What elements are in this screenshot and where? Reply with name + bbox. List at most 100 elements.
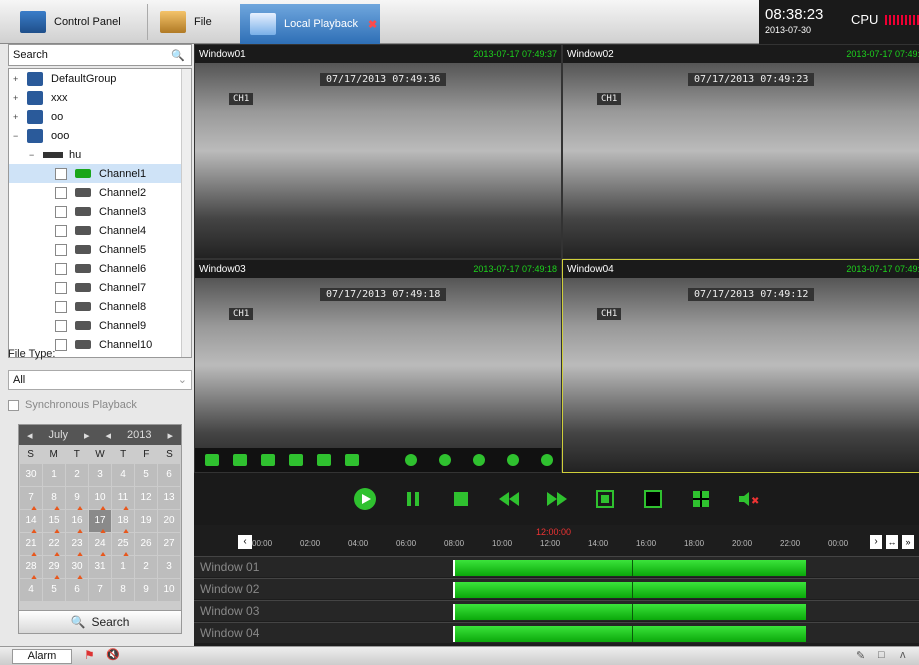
channel-checkbox[interactable] xyxy=(55,205,67,218)
channel-checkbox[interactable] xyxy=(55,281,67,294)
zoom-icon[interactable] xyxy=(405,454,417,466)
calendar-day[interactable]: 24 xyxy=(89,533,111,558)
channel-checkbox[interactable] xyxy=(55,167,67,180)
calendar-day[interactable]: 27 xyxy=(158,533,180,555)
step-icon[interactable] xyxy=(345,454,359,466)
expand-icon[interactable]: + xyxy=(13,93,27,103)
play-button[interactable] xyxy=(353,487,377,511)
quad-view-button[interactable] xyxy=(689,487,713,511)
close-icon[interactable]: ✖ xyxy=(368,18,377,31)
timeline-row[interactable]: Window 03 xyxy=(194,600,919,621)
collapse-icon[interactable]: ʌ xyxy=(900,649,906,661)
mute-icon[interactable]: 🔇 xyxy=(106,648,120,661)
calendar-day[interactable]: 6 xyxy=(158,464,180,486)
video-window[interactable]: Window03 2013-07-17 07:49:18 07/17/2013 07… xyxy=(194,259,562,473)
channel-checkbox[interactable] xyxy=(55,319,67,332)
tab-control-panel[interactable]: Control Panel xyxy=(8,4,148,40)
calendar-day[interactable]: 15 xyxy=(43,510,65,535)
tab-local-playback[interactable]: Local Playback ✖ xyxy=(240,4,380,44)
timeline-row[interactable]: Window 01 xyxy=(194,556,919,577)
calendar-day[interactable]: 30 xyxy=(66,556,88,581)
timeline-prev-button[interactable]: ‹ xyxy=(238,535,252,549)
mute-icon[interactable] xyxy=(507,454,519,466)
calendar-day[interactable]: 10 xyxy=(89,487,111,512)
calendar-day[interactable]: 23 xyxy=(66,533,88,558)
pause-icon[interactable] xyxy=(233,454,247,466)
alarm-button[interactable]: Alarm xyxy=(12,649,72,664)
calendar-day[interactable]: 7 xyxy=(89,579,111,601)
tree-item[interactable]: Channel3 xyxy=(9,202,191,221)
video-window[interactable]: Window02 2013-07-17 07:49:2 07/17/2013 07:… xyxy=(562,44,919,259)
stop-button[interactable] xyxy=(449,487,473,511)
calendar-day[interactable]: 1 xyxy=(112,556,134,578)
expand-icon[interactable]: + xyxy=(13,112,27,122)
search-button[interactable]: 🔍 Search xyxy=(18,610,182,634)
fullscreen-button[interactable] xyxy=(593,487,617,511)
calendar-day[interactable]: 6 xyxy=(66,579,88,601)
download-icon[interactable] xyxy=(541,454,553,466)
calendar-day[interactable]: 8 xyxy=(112,579,134,601)
channel-checkbox[interactable] xyxy=(55,186,67,199)
tree-scrollbar[interactable] xyxy=(181,69,191,357)
calendar-day[interactable]: 1 xyxy=(43,464,65,486)
sync-playback[interactable]: Synchronous Playback xyxy=(8,399,137,411)
fast-forward-button[interactable] xyxy=(545,487,569,511)
tree-item[interactable]: Channel7 xyxy=(9,278,191,297)
next-year-icon[interactable]: ▸ xyxy=(167,429,173,442)
restore-icon[interactable]: □ xyxy=(878,649,885,661)
calendar-day[interactable]: 5 xyxy=(135,464,157,486)
search-input[interactable]: Search 🔍 xyxy=(8,44,192,66)
prev-month-icon[interactable]: ◂ xyxy=(27,429,33,442)
mute-button[interactable]: ✖ xyxy=(737,487,761,511)
pin-icon[interactable]: ✎ xyxy=(856,649,865,662)
tree-item[interactable]: Channel8 xyxy=(9,297,191,316)
expand-icon[interactable]: − xyxy=(29,150,43,160)
expand-icon[interactable]: + xyxy=(13,74,27,84)
calendar-day[interactable]: 19 xyxy=(135,510,157,532)
expand-icon[interactable]: − xyxy=(13,131,27,141)
sync-checkbox[interactable] xyxy=(8,399,19,411)
tree-item[interactable]: Channel6 xyxy=(9,259,191,278)
tree-item[interactable]: Channel9 xyxy=(9,316,191,335)
timeline-expand-button[interactable]: » xyxy=(902,535,914,549)
calendar-day[interactable]: 20 xyxy=(158,510,180,532)
calendar-day[interactable]: 18 xyxy=(112,510,134,535)
video-window[interactable]: Window01 2013-07-17 07:49:37 07/17/2013 07… xyxy=(194,44,562,259)
file-type-select[interactable]: All ⌄ xyxy=(8,370,192,390)
calendar-day[interactable]: 17 xyxy=(89,510,111,535)
timeline-row[interactable]: Window 02 xyxy=(194,578,919,599)
channel-checkbox[interactable] xyxy=(55,243,67,256)
pause-button[interactable] xyxy=(401,487,425,511)
calendar-day[interactable]: 26 xyxy=(135,533,157,555)
recording-segment[interactable] xyxy=(453,560,806,576)
tree-item[interactable]: Channel4 xyxy=(9,221,191,240)
calendar-day[interactable]: 14 xyxy=(20,510,42,535)
calendar-day[interactable]: 3 xyxy=(89,464,111,486)
snapshot-icon[interactable] xyxy=(439,454,451,466)
channel-checkbox[interactable] xyxy=(55,224,67,237)
calendar-day[interactable]: 2 xyxy=(135,556,157,578)
timeline[interactable]: 12:00:00 ‹ 00:00 02:00 04:00 06:00 08:00 10:0… xyxy=(194,525,919,646)
calendar-day[interactable]: 31 xyxy=(89,556,111,578)
calendar-day[interactable]: 7 xyxy=(20,487,42,512)
stop-icon[interactable] xyxy=(261,454,275,466)
tree-item[interactable]: + xxx xyxy=(9,88,191,107)
channel-checkbox[interactable] xyxy=(55,300,67,313)
tree-item[interactable]: Channel5 xyxy=(9,240,191,259)
calendar-day[interactable]: 12 xyxy=(135,487,157,509)
tree-item[interactable]: + oo xyxy=(9,107,191,126)
calendar-day[interactable]: 25 xyxy=(112,533,134,558)
calendar-day[interactable]: 29 xyxy=(43,556,65,581)
tree-item[interactable]: Channel1 xyxy=(9,164,191,183)
recording-segment[interactable] xyxy=(453,582,806,598)
calendar-day[interactable]: 3 xyxy=(158,556,180,578)
tree-item[interactable]: − ooo xyxy=(9,126,191,145)
tree-item[interactable]: + DefaultGroup xyxy=(9,69,191,88)
next-month-icon[interactable]: ▸ xyxy=(84,429,90,442)
prev-year-icon[interactable]: ◂ xyxy=(106,429,112,442)
calendar-day[interactable]: 10 xyxy=(158,579,180,601)
tree-item[interactable]: − hu xyxy=(9,145,191,164)
calendar-day[interactable]: 21 xyxy=(20,533,42,558)
calendar-day[interactable]: 9 xyxy=(135,579,157,601)
clip-icon[interactable] xyxy=(473,454,485,466)
